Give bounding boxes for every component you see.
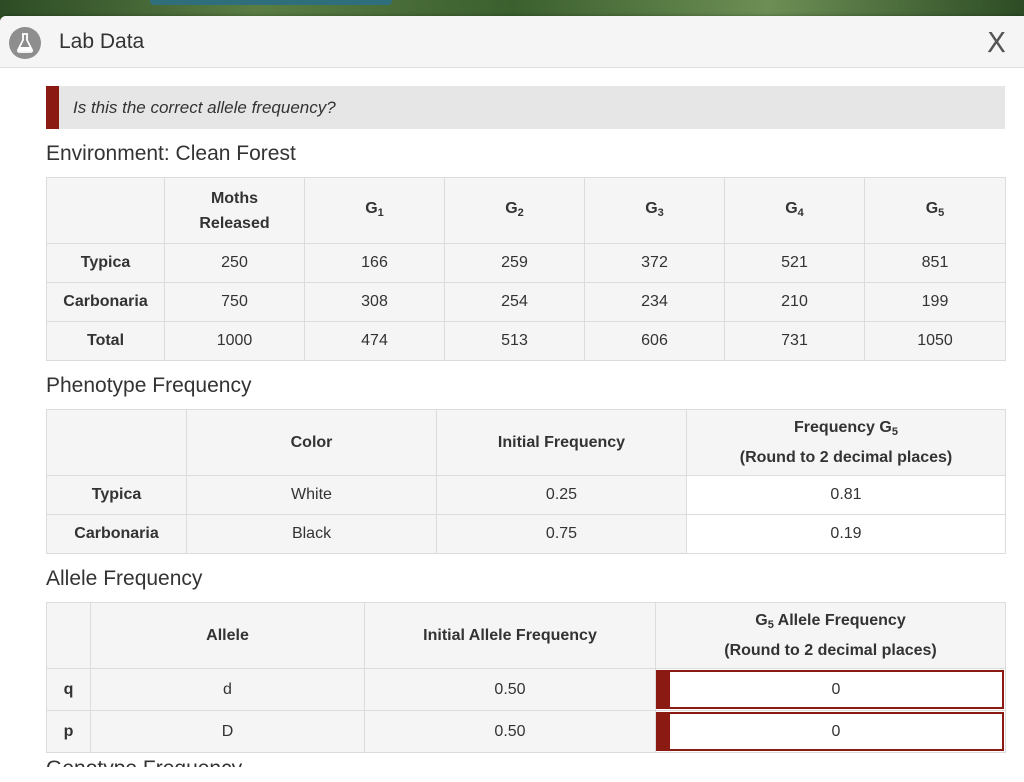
header-initial-frequency: Initial Frequency	[436, 409, 687, 476]
header-frequency-g5: Frequency G5 (Round to 2 decimal places)	[686, 409, 1006, 476]
dialog-header: Lab Data X	[0, 16, 1024, 68]
table-cell: 0.25	[436, 475, 687, 515]
row-label: Typica	[46, 475, 187, 515]
corner-cell	[46, 602, 91, 669]
table-cell: 474	[304, 321, 445, 361]
environment-title: Environment: Clean Forest	[46, 142, 296, 165]
table-cell: 0.50	[364, 668, 656, 711]
dialog-title: Lab Data	[59, 30, 145, 53]
header-moths-released: Moths Released	[164, 177, 305, 244]
row-label: Carbonaria	[46, 514, 187, 554]
table-cell: 0.19	[686, 514, 1006, 554]
row-label: Carbonaria	[46, 282, 165, 322]
table-cell: 0.75	[436, 514, 687, 554]
phenotype-table: Color Initial Frequency Frequency G5 (Ro…	[46, 409, 1006, 554]
table-row: Typica 250 166 259 372 521 851	[46, 243, 1006, 283]
question-banner: Is this the correct allele frequency?	[46, 86, 1005, 129]
table-row: Total 1000 474 513 606 731 1050	[46, 321, 1006, 361]
corner-cell	[46, 177, 165, 244]
lab-data-dialog: Lab Data X Is this the correct allele fr…	[0, 16, 1024, 782]
table-cell: 210	[724, 282, 865, 322]
table-cell: D	[90, 710, 365, 753]
incorrect-flag	[656, 670, 668, 709]
question-text: Is this the correct allele frequency?	[73, 98, 336, 117]
table-cell: d	[90, 668, 365, 711]
table-cell: 234	[584, 282, 725, 322]
row-label: q	[46, 668, 91, 711]
table-cell: Black	[186, 514, 437, 554]
table-cell: 731	[724, 321, 865, 361]
phenotype-title: Phenotype Frequency	[46, 374, 252, 397]
background-top-strip	[0, 0, 1024, 16]
dialog-content: Is this the correct allele frequency? En…	[46, 86, 1006, 767]
row-label: Typica	[46, 243, 165, 283]
p-frequency-input[interactable]	[668, 712, 1004, 751]
header-g2: G2	[444, 177, 585, 244]
close-button[interactable]: X	[987, 26, 1006, 59]
table-cell: 1000	[164, 321, 305, 361]
table-cell: 750	[164, 282, 305, 322]
flask-icon	[9, 27, 41, 59]
answer-cell	[655, 710, 1006, 753]
q-frequency-input[interactable]	[668, 670, 1004, 709]
table-row: Carbonaria 750 308 254 234 210 199	[46, 282, 1006, 322]
table-cell: 0.81	[686, 475, 1006, 515]
row-label: Total	[46, 321, 165, 361]
header-color: Color	[186, 409, 437, 476]
table-cell: 308	[304, 282, 445, 322]
header-initial-allele-frequency: Initial Allele Frequency	[364, 602, 656, 669]
table-cell: 851	[864, 243, 1006, 283]
header-g3: G3	[584, 177, 725, 244]
table-cell: 254	[444, 282, 585, 322]
table-row: Carbonaria Black 0.75 0.19	[46, 514, 1006, 554]
table-cell: 513	[444, 321, 585, 361]
allele-title: Allele Frequency	[46, 567, 203, 590]
header-g4: G4	[724, 177, 865, 244]
table-row: Typica White 0.25 0.81	[46, 475, 1006, 515]
genotype-title: Genotype Frequency	[46, 757, 1005, 767]
table-cell: 372	[584, 243, 725, 283]
incorrect-flag	[656, 712, 668, 751]
corner-cell	[46, 409, 187, 476]
table-cell: White	[186, 475, 437, 515]
table-cell: 0.50	[364, 710, 656, 753]
row-label: p	[46, 710, 91, 753]
table-cell: 1050	[864, 321, 1006, 361]
answer-cell	[655, 668, 1006, 711]
table-cell: 199	[864, 282, 1006, 322]
header-g1: G1	[304, 177, 445, 244]
table-cell: 259	[444, 243, 585, 283]
allele-table: Allele Initial Allele Frequency G5 Allel…	[46, 602, 1006, 753]
table-cell: 606	[584, 321, 725, 361]
header-g5: G5	[864, 177, 1006, 244]
background-tab	[150, 0, 392, 5]
table-cell: 166	[304, 243, 445, 283]
table-cell: 521	[724, 243, 865, 283]
environment-table: Moths Released G1 G2 G3 G4 G5 Typica 250…	[46, 177, 1006, 361]
table-row: q d 0.50	[46, 668, 1006, 711]
header-g5-allele-frequency: G5 Allele Frequency (Round to 2 decimal …	[655, 602, 1006, 669]
table-cell: 250	[164, 243, 305, 283]
header-allele: Allele	[90, 602, 365, 669]
table-row: p D 0.50	[46, 710, 1006, 753]
